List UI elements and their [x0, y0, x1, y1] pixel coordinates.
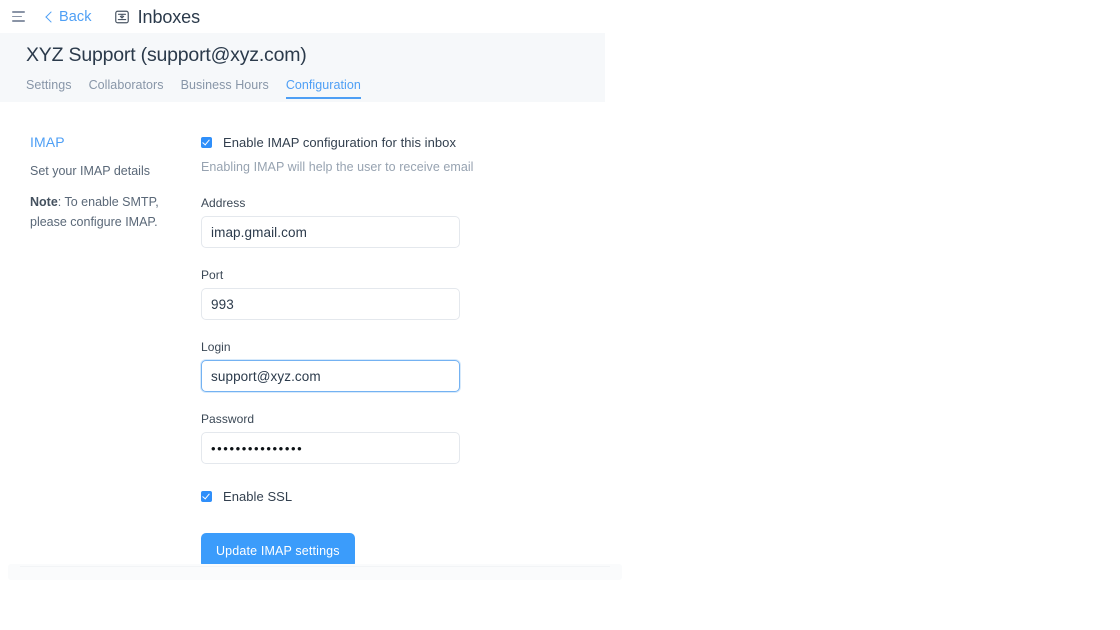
tab-collaborators[interactable]: Collaborators [89, 78, 164, 99]
enable-imap-label: Enable IMAP configuration for this inbox [223, 135, 457, 150]
chevron-left-icon [45, 10, 57, 23]
hamburger-line [12, 20, 25, 22]
configuration-content: IMAP Set your IMAP details Note: To enab… [0, 102, 622, 569]
imap-section-title: IMAP [30, 134, 65, 150]
page-header-panel: XYZ Support (support@xyz.com) Settings C… [0, 33, 605, 102]
enable-ssl-checkbox[interactable] [201, 491, 212, 503]
imap-description-column: IMAP Set your IMAP details Note: To enab… [0, 134, 170, 568]
back-label: Back [59, 8, 92, 25]
password-label: Password [201, 412, 255, 427]
login-field-group: Login [201, 340, 460, 393]
hamburger-line [12, 15, 22, 18]
login-input[interactable] [201, 360, 460, 393]
bottom-strip-divider [20, 566, 610, 567]
tab-business-hours[interactable]: Business Hours [181, 78, 269, 99]
port-field-group: Port [201, 268, 460, 321]
address-label: Address [201, 196, 246, 211]
page-title: XYZ Support (support@xyz.com) [26, 44, 307, 66]
tab-configuration[interactable]: Configuration [285, 78, 361, 100]
port-label: Port [201, 268, 224, 283]
back-button[interactable]: Back [45, 8, 92, 25]
port-input[interactable] [201, 288, 460, 321]
imap-note-label: Note [30, 195, 58, 210]
hamburger-line [12, 11, 25, 13]
tab-settings[interactable]: Settings [26, 78, 72, 99]
password-field-group: Password [201, 412, 460, 465]
enable-imap-checkbox[interactable] [201, 137, 212, 148]
imap-section-subtitle: Set your IMAP details [30, 164, 150, 178]
top-bar: Back Inboxes [0, 0, 1120, 33]
tab-bar: Settings Collaborators Business Hours Co… [26, 77, 605, 100]
bottom-strip [8, 564, 622, 580]
login-label: Login [201, 340, 231, 355]
imap-helper-text: Enabling IMAP will help the user to rece… [201, 159, 474, 174]
enable-imap-row: Enable IMAP configuration for this inbox [201, 134, 622, 152]
inbox-title-group: Inboxes [114, 8, 200, 26]
password-input[interactable] [201, 432, 460, 465]
address-field-group: Address [201, 196, 460, 249]
address-input[interactable] [201, 216, 460, 249]
hamburger-menu-icon[interactable] [12, 10, 27, 23]
inbox-icon [114, 10, 129, 23]
imap-section-note: Note: To enable SMTP, please configure I… [30, 193, 162, 233]
imap-form-column: Enable IMAP configuration for this inbox… [170, 134, 622, 569]
update-imap-settings-button[interactable]: Update IMAP settings [201, 533, 355, 569]
page-heading: Inboxes [137, 6, 200, 27]
enable-ssl-row: Enable SSL [201, 489, 622, 504]
enable-ssl-label: Enable SSL [223, 489, 293, 505]
